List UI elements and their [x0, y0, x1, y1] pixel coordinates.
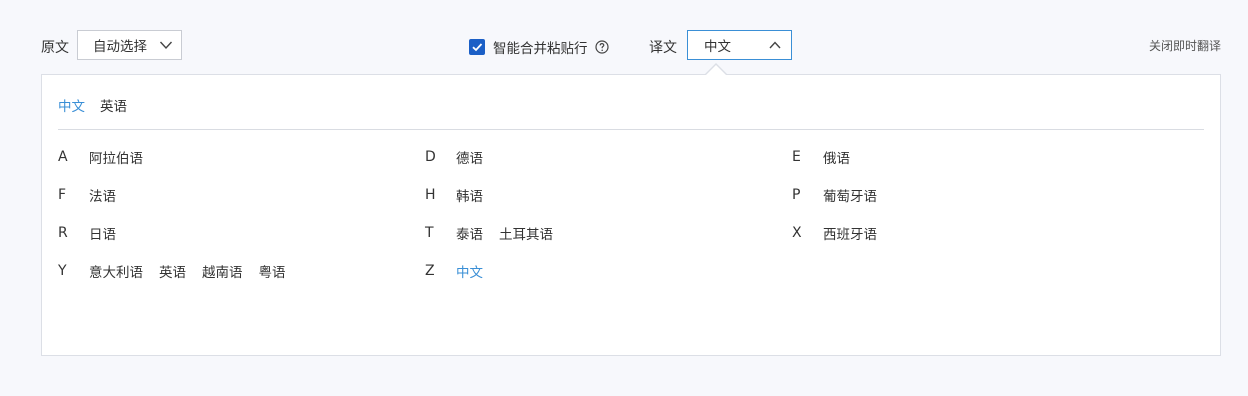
dropdown-caret-fill: [706, 65, 726, 75]
group-letter: E: [792, 149, 801, 165]
smart-merge-label: 智能合并粘贴行: [493, 41, 588, 57]
group-letter: Z: [425, 263, 435, 279]
recent-languages: 中文 英语: [58, 95, 127, 115]
language-group-d: D 德语: [425, 147, 483, 167]
language-option[interactable]: 英语: [159, 261, 186, 281]
group-letter: Y: [58, 263, 67, 279]
check-icon: [472, 43, 483, 52]
target-language-value: 中文: [704, 39, 731, 55]
source-language-label: 原文: [41, 40, 69, 56]
smart-merge-toggle[interactable]: 智能合并粘贴行: [469, 37, 609, 57]
chevron-down-icon: [159, 41, 173, 50]
language-option[interactable]: 土耳其语: [499, 223, 553, 243]
language-group-y: Y 意大利语 英语 越南语 粤语: [58, 261, 286, 281]
group-letter: X: [792, 225, 802, 241]
language-group-x: X 西班牙语: [792, 223, 877, 243]
language-dropdown-panel: 中文 英语 A 阿拉伯语 F 法语 R 日语 Y 意大利语 英语 越南语 粤语 …: [41, 74, 1221, 356]
group-letter: T: [425, 225, 434, 241]
language-option[interactable]: 俄语: [823, 147, 850, 167]
language-option[interactable]: 葡萄牙语: [823, 185, 877, 205]
language-option[interactable]: 西班牙语: [823, 223, 877, 243]
language-option[interactable]: 日语: [89, 223, 116, 243]
group-letter: H: [425, 187, 436, 203]
language-group-h: H 韩语: [425, 185, 483, 205]
language-group-t: T 泰语 土耳其语: [425, 223, 553, 243]
language-option[interactable]: 泰语: [456, 223, 483, 243]
language-option[interactable]: 法语: [89, 185, 116, 205]
group-letter: F: [58, 187, 67, 203]
smart-merge-checkbox[interactable]: [469, 39, 485, 55]
language-option[interactable]: 粤语: [259, 261, 286, 281]
group-letter: R: [58, 225, 68, 241]
language-group-a: A 阿拉伯语: [58, 147, 143, 167]
source-language-value: 自动选择: [93, 39, 147, 55]
close-instant-translate-link[interactable]: 关闭即时翻译: [1149, 37, 1221, 54]
language-option[interactable]: 意大利语: [89, 261, 143, 281]
language-group-p: P 葡萄牙语: [792, 185, 877, 205]
source-language-select[interactable]: 自动选择: [77, 30, 182, 60]
language-option-selected[interactable]: 中文: [456, 261, 483, 281]
recent-language-item[interactable]: 中文: [58, 95, 85, 115]
question-circle-icon[interactable]: [594, 40, 609, 54]
language-group-r: R 日语: [58, 223, 116, 243]
target-language-select[interactable]: 中文: [687, 30, 792, 60]
language-option[interactable]: 越南语: [202, 261, 243, 281]
chevron-up-icon: [769, 41, 781, 49]
language-option[interactable]: 德语: [456, 147, 483, 167]
group-letter: D: [425, 149, 436, 165]
target-language-label: 译文: [649, 40, 677, 56]
language-option[interactable]: 阿拉伯语: [89, 147, 143, 167]
language-option[interactable]: 韩语: [456, 185, 483, 205]
language-group-f: F 法语: [58, 185, 116, 205]
language-group-z: Z 中文: [425, 261, 483, 281]
divider: [58, 129, 1204, 130]
recent-language-item[interactable]: 英语: [100, 95, 127, 115]
group-letter: P: [792, 187, 801, 203]
group-letter: A: [58, 149, 68, 165]
language-group-e: E 俄语: [792, 147, 850, 167]
